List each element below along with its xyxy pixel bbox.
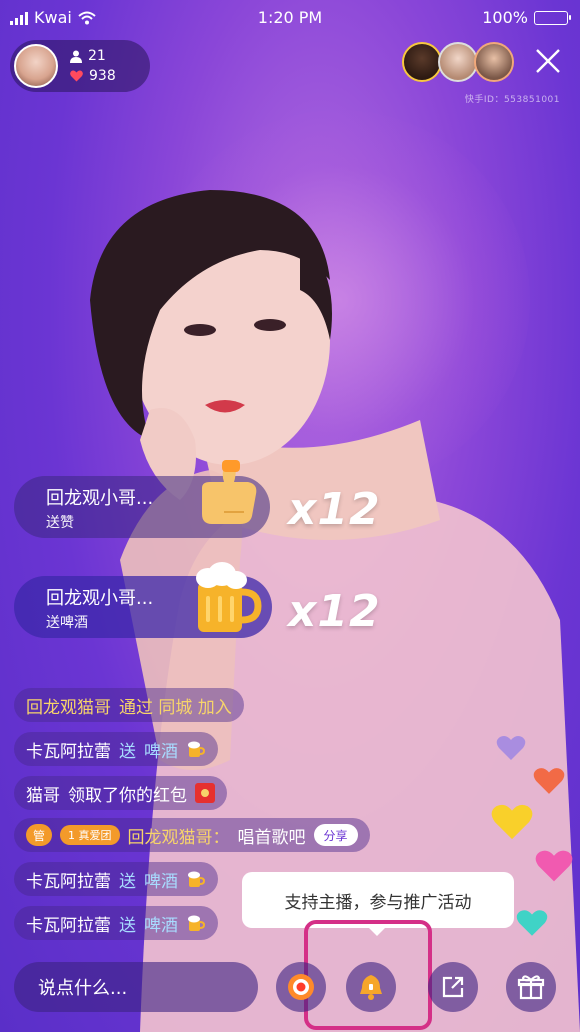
comment-text: 通过 同城 加入 (119, 697, 232, 718)
comment-user: 卡瓦阿拉蕾 (26, 871, 111, 892)
comment-gift: 啤酒 (144, 915, 178, 936)
comment-item: 卡瓦阿拉蕾 送 啤酒 (14, 732, 218, 766)
comment-user: 卡瓦阿拉蕾 (26, 741, 111, 762)
beer-mug-icon (188, 741, 206, 757)
host-avatar[interactable] (14, 44, 58, 88)
status-bar: Kwai 1:20 PM 100% (0, 0, 580, 34)
close-icon (536, 49, 560, 73)
comment-user: 猫哥 (26, 785, 60, 806)
close-button[interactable] (530, 46, 566, 82)
gift-action: 送赞 (46, 515, 74, 531)
comment-text: 领取了你的红包 (68, 785, 187, 806)
share-chip[interactable]: 分享 (313, 824, 358, 846)
like-count: 938 (89, 68, 116, 84)
admin-badge: 管 (26, 824, 52, 846)
beer-mug-icon (188, 915, 206, 931)
comment-verb: 送 (119, 741, 136, 762)
record-icon (288, 974, 314, 1000)
battery-icon (534, 10, 571, 25)
red-packet-icon (195, 783, 215, 803)
comment-verb: 送 (119, 871, 136, 892)
comment-gift: 啤酒 (144, 741, 178, 762)
person-icon (70, 50, 82, 63)
comment-verb: 送 (119, 915, 136, 936)
comment-text: 唱首歌吧 (237, 827, 306, 848)
gift-combo-count: x12 (288, 484, 381, 535)
comment-item: 回龙观猫哥 通过 同城 加入 (14, 688, 244, 722)
kwai-id: 快手ID：553851001 (464, 95, 560, 105)
floating-heart-icon (516, 910, 548, 936)
floating-heart-icon (533, 768, 565, 794)
gift-sender-name: 回龙观小哥... (46, 488, 154, 509)
like-count-row: 938 (70, 66, 116, 86)
comment-item: 卡瓦阿拉蕾 送 啤酒 (14, 906, 218, 940)
comment-item: 猫哥 领取了你的红包 (14, 776, 227, 810)
comment-item: 卡瓦阿拉蕾 送 啤酒 (14, 862, 218, 896)
host-stats: 21 938 (70, 46, 116, 86)
floating-heart-icon (535, 850, 573, 882)
heart-icon (70, 70, 83, 82)
top-viewers (402, 42, 514, 82)
comment-input[interactable]: 说点什么... (14, 962, 258, 1012)
live-stream-screen: Kwai 1:20 PM 100% 21 938 快手ID：553851001 … (0, 0, 580, 1032)
comment-user: 卡瓦阿拉蕾 (26, 915, 111, 936)
status-right: 100% (482, 8, 571, 27)
gift-icon (517, 975, 545, 1000)
comment-item: 管 1 真爱团 回龙观猫哥： 唱首歌吧 分享 (14, 818, 370, 852)
comment-gift: 啤酒 (144, 871, 178, 892)
beer-mug-icon (196, 562, 262, 632)
fan-club-badge: 1 真爱团 (60, 825, 120, 845)
beer-mug-icon (188, 871, 206, 887)
viewer-count-row: 21 (70, 46, 116, 66)
host-info-chip[interactable]: 21 938 (10, 40, 150, 92)
share-icon (442, 976, 464, 998)
gift-button[interactable] (506, 962, 556, 1012)
share-button[interactable] (428, 962, 478, 1012)
viewer-count: 21 (88, 48, 106, 64)
comment-user: 回龙观猫哥： (127, 827, 230, 848)
battery-percent: 100% (482, 8, 528, 27)
gift-combo-count: x12 (288, 586, 381, 637)
thumbs-up-icon (202, 460, 257, 524)
viewer-avatar[interactable] (438, 42, 478, 82)
promo-bell-button[interactable] (346, 962, 396, 1012)
gift-action: 送啤酒 (46, 615, 88, 631)
viewer-avatar[interactable] (402, 42, 442, 82)
floating-heart-icon (491, 804, 533, 840)
comment-user: 回龙观猫哥 (26, 697, 111, 718)
gift-sender-name: 回龙观小哥... (46, 588, 154, 609)
floating-heart-icon (496, 736, 526, 760)
record-button[interactable] (276, 962, 326, 1012)
bell-icon (360, 975, 382, 1000)
viewer-avatar[interactable] (474, 42, 514, 82)
